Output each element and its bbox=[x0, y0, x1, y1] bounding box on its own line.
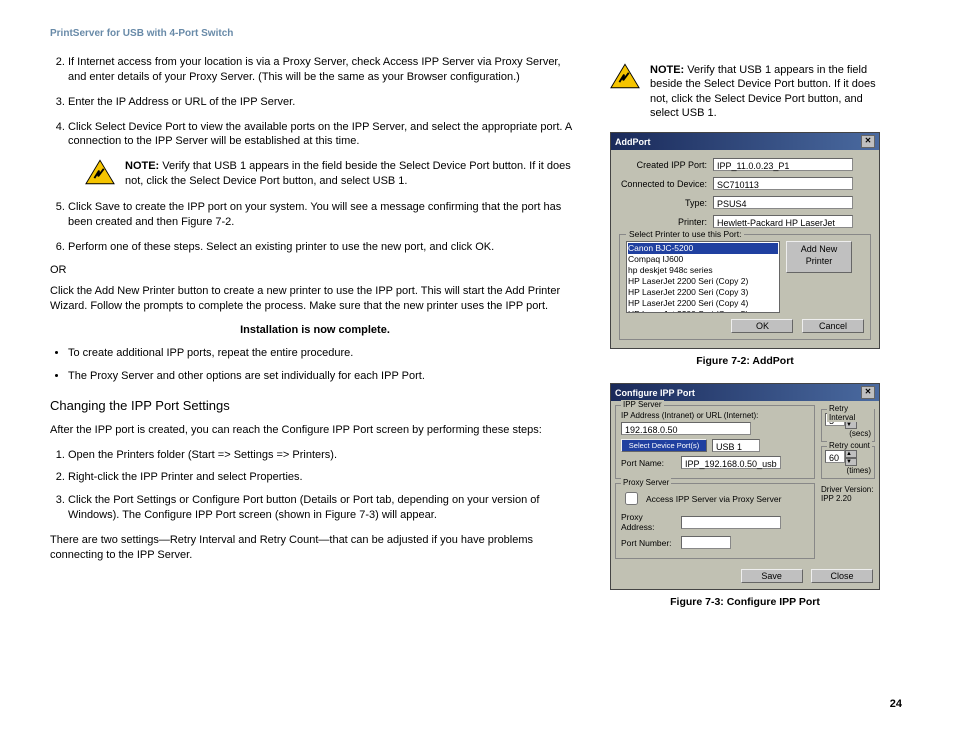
paragraph: There are two settings—Retry Interval an… bbox=[50, 533, 580, 563]
group-title: Proxy Server bbox=[621, 478, 671, 487]
titlebar: AddPort ✕ bbox=[611, 133, 879, 150]
list-item[interactable]: HP LaserJet 2200 Seri (Copy 5) bbox=[628, 309, 778, 313]
group-title: Retry count bbox=[827, 441, 872, 450]
list-item[interactable]: Canon BJC-5200 bbox=[628, 243, 778, 254]
running-header: PrintServer for USB with 4-Port Switch bbox=[50, 28, 904, 39]
label: Port Name: bbox=[621, 458, 676, 468]
ip-address-field[interactable]: 192.168.0.50 bbox=[621, 422, 751, 435]
title-text: Configure IPP Port bbox=[615, 388, 695, 398]
list-item: Perform one of these steps. Select an ex… bbox=[68, 240, 580, 255]
content-columns: If Internet access from your location is… bbox=[50, 55, 904, 608]
label: Port Number: bbox=[621, 538, 676, 548]
list-item: Open the Printers folder (Start => Setti… bbox=[68, 448, 580, 463]
warning-icon bbox=[85, 159, 115, 186]
ok-button[interactable]: OK bbox=[731, 319, 793, 333]
connected-device-field[interactable]: SC710113 bbox=[713, 177, 853, 190]
list-item[interactable]: HP LaserJet 2200 Seri (Copy 2) bbox=[628, 276, 778, 287]
label: Type: bbox=[619, 198, 713, 208]
document-page: PrintServer for USB with 4-Port Switch I… bbox=[0, 0, 954, 738]
label: Connected to Device: bbox=[619, 179, 713, 189]
retry-count-field[interactable]: 60 bbox=[825, 450, 845, 463]
configure-ipp-dialog: Configure IPP Port ✕ IPP Server IP Addre… bbox=[610, 383, 880, 590]
figure-caption: Figure 7-3: Configure IPP Port bbox=[610, 596, 880, 608]
note-text: NOTE: Verify that USB 1 appears in the f… bbox=[650, 63, 880, 120]
type-field[interactable]: PSUS4 bbox=[713, 196, 853, 209]
list-item: The Proxy Server and other options are s… bbox=[68, 369, 580, 384]
printer-field[interactable]: Hewlett-Packard HP LaserJet 2200 bbox=[713, 215, 853, 228]
select-printer-group: Select Printer to use this Port: Canon B… bbox=[619, 234, 871, 340]
label: Created IPP Port: bbox=[619, 160, 713, 170]
access-proxy-checkbox[interactable] bbox=[625, 492, 638, 505]
printer-listbox[interactable]: Canon BJC-5200 Compaq IJ600 hp deskjet 9… bbox=[626, 241, 780, 313]
save-button[interactable]: Save bbox=[741, 569, 803, 583]
list-item: Click Select Device Port to view the ava… bbox=[68, 120, 580, 150]
list-item: Enter the IP Address or URL of the IPP S… bbox=[68, 95, 580, 110]
label: IP Address (Intranet) or URL (Internet): bbox=[621, 411, 809, 420]
left-column: If Internet access from your location is… bbox=[50, 55, 580, 608]
group-title: Select Printer to use this Port: bbox=[626, 229, 744, 239]
label: (times) bbox=[825, 466, 871, 475]
install-complete: Installation is now complete. bbox=[50, 324, 580, 336]
numbered-list: If Internet access from your location is… bbox=[50, 55, 580, 149]
figure-caption: Figure 7-2: AddPort bbox=[610, 355, 880, 367]
list-item: To create additional IPP ports, repeat t… bbox=[68, 346, 580, 361]
group-title: IPP Server bbox=[621, 400, 664, 409]
steps-list: Open the Printers folder (Start => Setti… bbox=[50, 448, 580, 523]
note-label: NOTE: bbox=[650, 64, 684, 76]
port-number-field[interactable] bbox=[681, 536, 731, 549]
add-new-printer-button[interactable]: Add New Printer bbox=[786, 241, 852, 273]
proxy-address-field[interactable] bbox=[681, 516, 781, 529]
note-block: NOTE: Verify that USB 1 appears in the f… bbox=[610, 63, 880, 120]
titlebar: Configure IPP Port ✕ bbox=[611, 384, 879, 401]
close-icon[interactable]: ✕ bbox=[861, 386, 875, 399]
section-heading: Changing the IPP Port Settings bbox=[50, 398, 580, 413]
created-port-field[interactable]: IPP_11.0.0.23_P1 bbox=[713, 158, 853, 171]
label: (secs) bbox=[825, 429, 871, 438]
label: Printer: bbox=[619, 217, 713, 227]
close-icon[interactable]: ✕ bbox=[861, 135, 875, 148]
list-item[interactable]: HP LaserJet 2200 Seri (Copy 4) bbox=[628, 298, 778, 309]
list-item: Right-click the IPP Printer and select P… bbox=[68, 470, 580, 485]
label: Access IPP Server via Proxy Server bbox=[646, 494, 781, 504]
proxy-server-group: Proxy Server Access IPP Server via Proxy… bbox=[615, 483, 815, 559]
group-title: Retry Interval bbox=[827, 404, 874, 422]
list-item[interactable]: hp deskjet 948c series bbox=[628, 265, 778, 276]
list-item[interactable]: HP LaserJet 2200 Seri (Copy 3) bbox=[628, 287, 778, 298]
ipp-server-group: IPP Server IP Address (Intranet) or URL … bbox=[615, 405, 815, 479]
page-number: 24 bbox=[890, 698, 902, 710]
port-name-field[interactable]: IPP_192.168.0.50_usb bbox=[681, 456, 781, 469]
right-settings: Retry Interval 5▲▼ (secs) Retry count 60… bbox=[819, 401, 879, 563]
warning-icon bbox=[610, 63, 640, 90]
list-item[interactable]: Compaq IJ600 bbox=[628, 254, 778, 265]
note-body: Verify that USB 1 appears in the field b… bbox=[650, 64, 876, 119]
addport-dialog: AddPort ✕ Created IPP Port: IPP_11.0.0.2… bbox=[610, 132, 880, 349]
list-item: If Internet access from your location is… bbox=[68, 55, 580, 85]
bullet-list: To create additional IPP ports, repeat t… bbox=[50, 346, 580, 384]
list-item: Click the Port Settings or Configure Por… bbox=[68, 493, 580, 523]
or-text: OR bbox=[50, 264, 580, 276]
list-item: Click Save to create the IPP port on you… bbox=[68, 200, 580, 230]
usb-field[interactable]: USB 1 bbox=[712, 439, 760, 452]
label: Driver Version: bbox=[821, 485, 879, 494]
label: Proxy Address: bbox=[621, 512, 676, 532]
note-text: NOTE: Verify that USB 1 appears in the f… bbox=[125, 159, 580, 188]
close-button[interactable]: Close bbox=[811, 569, 873, 583]
note-body: Verify that USB 1 appears in the field b… bbox=[125, 160, 571, 186]
dialog-body: Created IPP Port: IPP_11.0.0.23_P1 Conne… bbox=[611, 150, 879, 348]
select-device-port-button[interactable]: Select Device Port(s) bbox=[621, 439, 707, 452]
paragraph: After the IPP port is created, you can r… bbox=[50, 423, 580, 438]
driver-version: IPP 2.20 bbox=[821, 494, 879, 503]
note-label: NOTE: bbox=[125, 160, 159, 172]
paragraph: Click the Add New Printer button to crea… bbox=[50, 284, 580, 314]
numbered-list: Click Save to create the IPP port on you… bbox=[50, 200, 580, 255]
right-column: NOTE: Verify that USB 1 appears in the f… bbox=[610, 55, 880, 608]
title-text: AddPort bbox=[615, 137, 651, 147]
cancel-button[interactable]: Cancel bbox=[802, 319, 864, 333]
note-block: NOTE: Verify that USB 1 appears in the f… bbox=[85, 159, 580, 188]
